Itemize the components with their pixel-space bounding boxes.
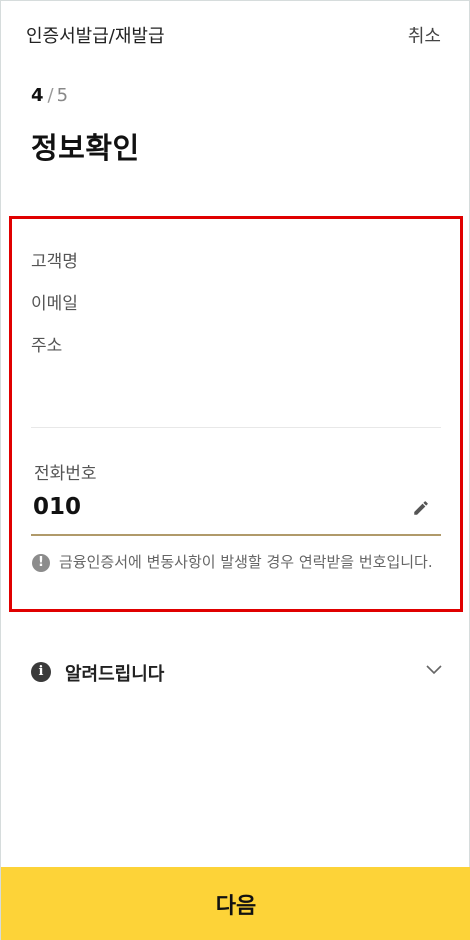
phone-input[interactable] [33, 494, 393, 520]
step-indicator: 4/5 [31, 85, 68, 106]
page-title: 정보확인 [31, 131, 140, 165]
chevron-down-icon [426, 665, 442, 675]
address-label: 주소 [31, 336, 63, 356]
section-divider [31, 427, 441, 428]
info-circle-icon: i [31, 662, 51, 682]
step-total: 5 [56, 85, 69, 106]
phone-label: 전화번호 [34, 464, 97, 484]
exclamation-circle-icon: ! [32, 554, 50, 572]
pencil-icon[interactable] [412, 499, 430, 517]
email-label: 이메일 [31, 294, 78, 314]
step-current: 4 [31, 85, 44, 106]
next-button[interactable]: 다음 [1, 867, 470, 940]
phone-notice-text: 금융인증서에 변동사항이 발생할 경우 연락받을 번호입니다. [59, 553, 433, 571]
header: 인증서발급/재발급 취소 [1, 1, 470, 65]
accordion-label: 알려드립니다 [65, 664, 165, 685]
header-title: 인증서발급/재발급 [26, 26, 165, 47]
step-separator: / [47, 85, 54, 106]
phone-input-underline [31, 534, 441, 536]
cancel-button[interactable]: 취소 [408, 22, 441, 48]
app-frame: 인증서발급/재발급 취소 4/5 정보확인 고객명 이메일 주소 전화번호 ! … [0, 0, 470, 940]
customer-name-label: 고객명 [31, 252, 78, 272]
notice-accordion[interactable]: i 알려드립니다 [1, 641, 470, 701]
